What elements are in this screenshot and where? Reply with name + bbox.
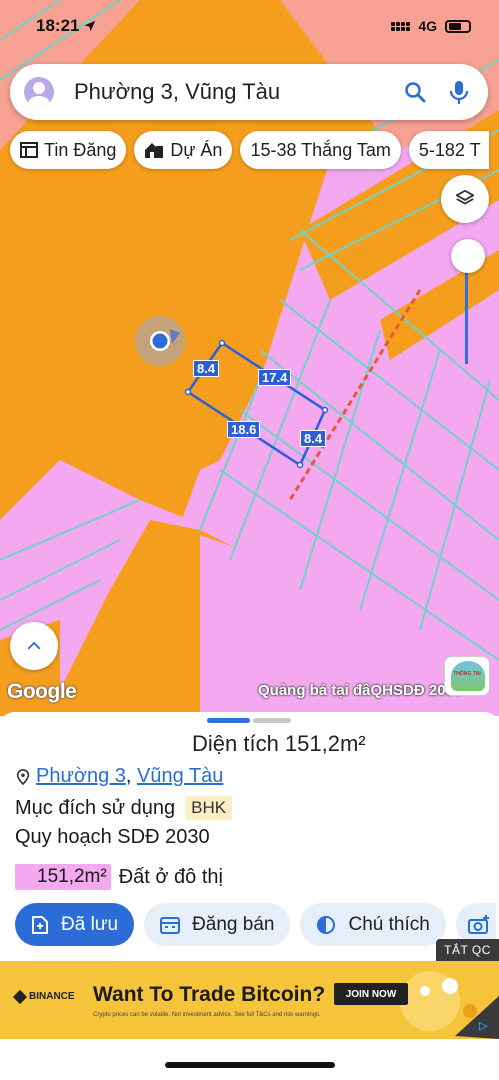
purpose-code-badge: BHK: [185, 796, 233, 820]
plan-label: Quy hoạch SDĐ 2030: [15, 826, 210, 848]
search-icon: [405, 82, 426, 103]
search-bar[interactable]: Phường 3, Vũng Tàu: [10, 64, 488, 120]
chip-label: 15-38 Thắng Tam: [250, 139, 391, 160]
buildings-icon: [145, 143, 164, 158]
post-for-sale-label: Đăng bán: [192, 913, 275, 935]
address-ward-link[interactable]: Phường 3: [36, 765, 126, 787]
battery-icon: [445, 19, 471, 33]
legend-text: Đất ở đô thị: [118, 865, 223, 888]
map-credit-text: Quảng bá tại đâQHSDĐ 2030: [258, 682, 463, 699]
saved-button[interactable]: Đã lưu: [15, 903, 135, 946]
ad-headline: Want To Trade Bitcoin?: [93, 983, 326, 1006]
legend-swatch-area: 151,2m²: [15, 864, 111, 890]
ad-cta-button[interactable]: JOIN NOW: [334, 983, 408, 1005]
close-ad-button[interactable]: TẮT QC: [436, 939, 499, 961]
sheet-handle[interactable]: [253, 718, 291, 723]
calendar-icon: [160, 916, 181, 934]
network-label: 4G: [418, 18, 437, 34]
info-logo-badge[interactable]: THÔNG TIN: [444, 656, 490, 696]
status-time: 18:21: [36, 16, 80, 35]
ad-fine-print: Crypto prices can be volatile. Not inves…: [93, 1012, 321, 1018]
sheet-handle-active[interactable]: [207, 718, 250, 723]
binance-logo-icon: [12, 989, 28, 1004]
ad-brand-text: BINANCE: [29, 991, 75, 1002]
avatar[interactable]: [24, 77, 54, 107]
saved-button-label: Đã lưu: [61, 913, 119, 935]
address-separator: ,: [125, 765, 132, 787]
chip-label: Tin Đăng: [44, 139, 117, 160]
location-arrow-icon: [85, 20, 96, 32]
ad-brand: BINANCE: [12, 989, 75, 1004]
ad-info-icon[interactable]: ▷: [479, 1019, 495, 1035]
location-pin-icon: [16, 768, 30, 785]
parcel-address: Phường 3, Vũng Tàu: [16, 765, 223, 788]
signal-icon: [391, 21, 411, 31]
opacity-slider-knob[interactable]: [451, 239, 485, 273]
ad-banner[interactable]: BINANCE Want To Trade Bitcoin? JOIN NOW …: [0, 961, 499, 1039]
address-city-link[interactable]: Vũng Tàu: [137, 765, 223, 787]
camera-plus-icon: [467, 914, 489, 934]
home-indicator[interactable]: [165, 1062, 335, 1068]
chip-du-an[interactable]: Dự Án: [134, 131, 233, 169]
area-title: Diện tích 151,2m²: [192, 731, 366, 756]
badge-text: THÔNG TIN: [453, 671, 481, 677]
purpose-label: Mục đích sử dụng: [15, 796, 176, 819]
chip-label: Dự Án: [170, 139, 223, 160]
land-use-purpose: Mục đích sử dụng BHK: [15, 796, 233, 820]
expand-up-button[interactable]: [10, 622, 58, 670]
layers-icon: [455, 189, 475, 205]
status-bar: 18:21 4G: [0, 0, 499, 52]
legend-row: 151,2m² Đất ở đô thị: [15, 864, 223, 890]
search-query[interactable]: Phường 3, Vũng Tàu: [74, 79, 386, 105]
newspaper-icon: [20, 142, 38, 158]
voice-search-button[interactable]: [444, 77, 474, 107]
filter-chips: Tin Đăng Dự Án 15-38 Thắng Tam 5-182 T: [10, 131, 489, 169]
chip-tin-dang[interactable]: Tin Đăng: [10, 131, 127, 169]
dimension-label: 8.4: [193, 360, 220, 377]
post-for-sale-button[interactable]: Đăng bán: [144, 903, 291, 946]
bookmark-plus-icon: [32, 915, 48, 934]
layers-button[interactable]: [441, 175, 489, 223]
chip-label: 5-182 T: [418, 139, 481, 160]
dimension-label: 17.4: [258, 369, 292, 386]
half-circle-icon: [317, 915, 336, 934]
dimension-label: 18.6: [227, 421, 261, 438]
google-logo: Google: [7, 680, 77, 703]
dimension-label: 8.4: [300, 430, 327, 447]
legend-notes-button[interactable]: Chú thích: [300, 903, 446, 946]
chip-address-2[interactable]: 5-182 T: [408, 131, 489, 169]
action-buttons: Đã lưu Đăng bán Chú thích: [15, 903, 496, 946]
legend-notes-label: Chú thích: [348, 913, 430, 935]
opacity-slider-track[interactable]: [465, 258, 468, 364]
chevron-up-icon: [27, 641, 41, 650]
chip-address-1[interactable]: 15-38 Thắng Tam: [240, 131, 401, 169]
search-button[interactable]: [400, 77, 430, 107]
microphone-icon: [449, 81, 469, 104]
